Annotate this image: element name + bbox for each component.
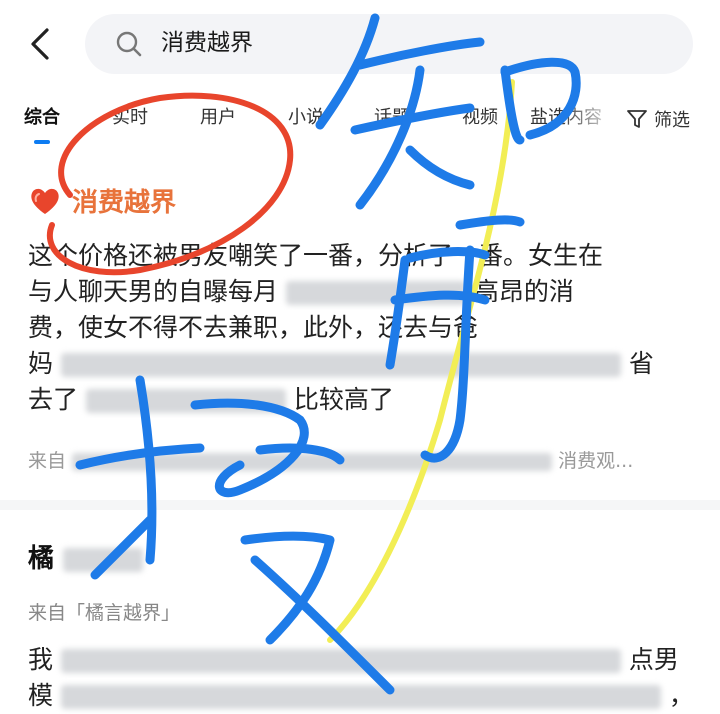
result-title-text: 橘 [28,544,55,574]
excerpt-line: 这个价格还被男友嘲笑了一番，分析了一番。女生在 [28,238,698,274]
topic-tag[interactable]: 消费越界 [28,182,176,219]
result-excerpt: 这个价格还被男友嘲笑了一番，分析了一番。女生在 与人聊天男的自曝每月 高昂的消 … [28,238,698,418]
tab-comprehensive[interactable]: 综合 [24,106,60,130]
excerpt-text: 省 [628,349,654,378]
result-card[interactable]: 消费越界 这个价格还被男友嘲笑了一番，分析了一番。女生在 与人聊天男的自曝每月 … [0,160,720,500]
excerpt-text: 这个价格还被男友嘲笑了一番， [28,241,379,270]
search-query-text: 消费越界 [161,30,253,56]
excerpt-text: 还去与爸 [378,313,479,342]
excerpt-text: 点男 [628,645,679,674]
filter-funnel-icon [627,110,647,128]
result-card[interactable]: 橘 来自「橘言越界」 我 点男 模 ， [0,510,720,710]
result-meta: 来自 消费观... [28,446,698,473]
meta-source: 来自 [28,450,67,472]
excerpt-text: 去了 [28,385,79,414]
filter-label: 筛选 [654,110,690,131]
blurred-text [85,389,286,413]
topic-heart-icon [31,188,59,214]
blurred-text [60,685,661,709]
search-bar[interactable]: 消费越界 [85,14,693,74]
excerpt-line: 妈 省 [28,346,698,382]
top-bar: 消费越界 [0,0,720,90]
excerpt-line: 模 ， [28,678,698,714]
back-button[interactable] [20,24,60,64]
excerpt-line: 费，使女不得不去兼职，此外，还去与爸 [28,310,698,346]
card-separator [0,500,720,510]
excerpt-text: 高昂的消 [473,277,574,306]
excerpt-text: 比较高了 [293,385,394,414]
tab-topics[interactable]: 话题 [374,106,410,130]
excerpt-line: 去了 比较高了 [28,382,698,418]
excerpt-text: 模 [28,681,54,710]
excerpt-text: 妈 [28,349,54,378]
topic-label: 消费越界 [72,188,177,218]
tab-videos[interactable]: 视频 [462,106,498,130]
tab-users[interactable]: 用户 [200,106,236,130]
active-tab-indicator [34,140,50,144]
blurred-title [63,547,144,572]
excerpt-text: 分析了一番。女生在 [378,241,604,270]
search-icon [116,31,142,57]
blurred-text [285,281,466,305]
back-arrow-icon [31,28,49,60]
excerpt-line: 我 点男 [28,642,698,678]
tab-realtime[interactable]: 实时 [112,106,148,130]
blurred-text [60,649,621,673]
result-excerpt: 我 点男 模 ， [28,642,698,714]
excerpt-text: ， [668,681,694,710]
tab-novels[interactable]: 小说 [288,106,324,130]
filter-button[interactable]: 筛选 [626,106,690,132]
excerpt-line: 与人聊天男的自曝每月 高昂的消 [28,274,698,310]
blurred-text [60,353,621,377]
meta-tail: 消费观... [558,450,634,472]
excerpt-text: 费，使女不得不去兼职，此外， [28,313,379,342]
tabs-fade [560,100,620,140]
excerpt-text: 与人聊天男的自曝每月 [28,277,279,306]
result-title: 橘 [28,538,144,575]
result-source: 来自「橘言越界」 [28,602,181,624]
blurred-meta [72,452,553,471]
excerpt-text: 我 [28,645,54,674]
